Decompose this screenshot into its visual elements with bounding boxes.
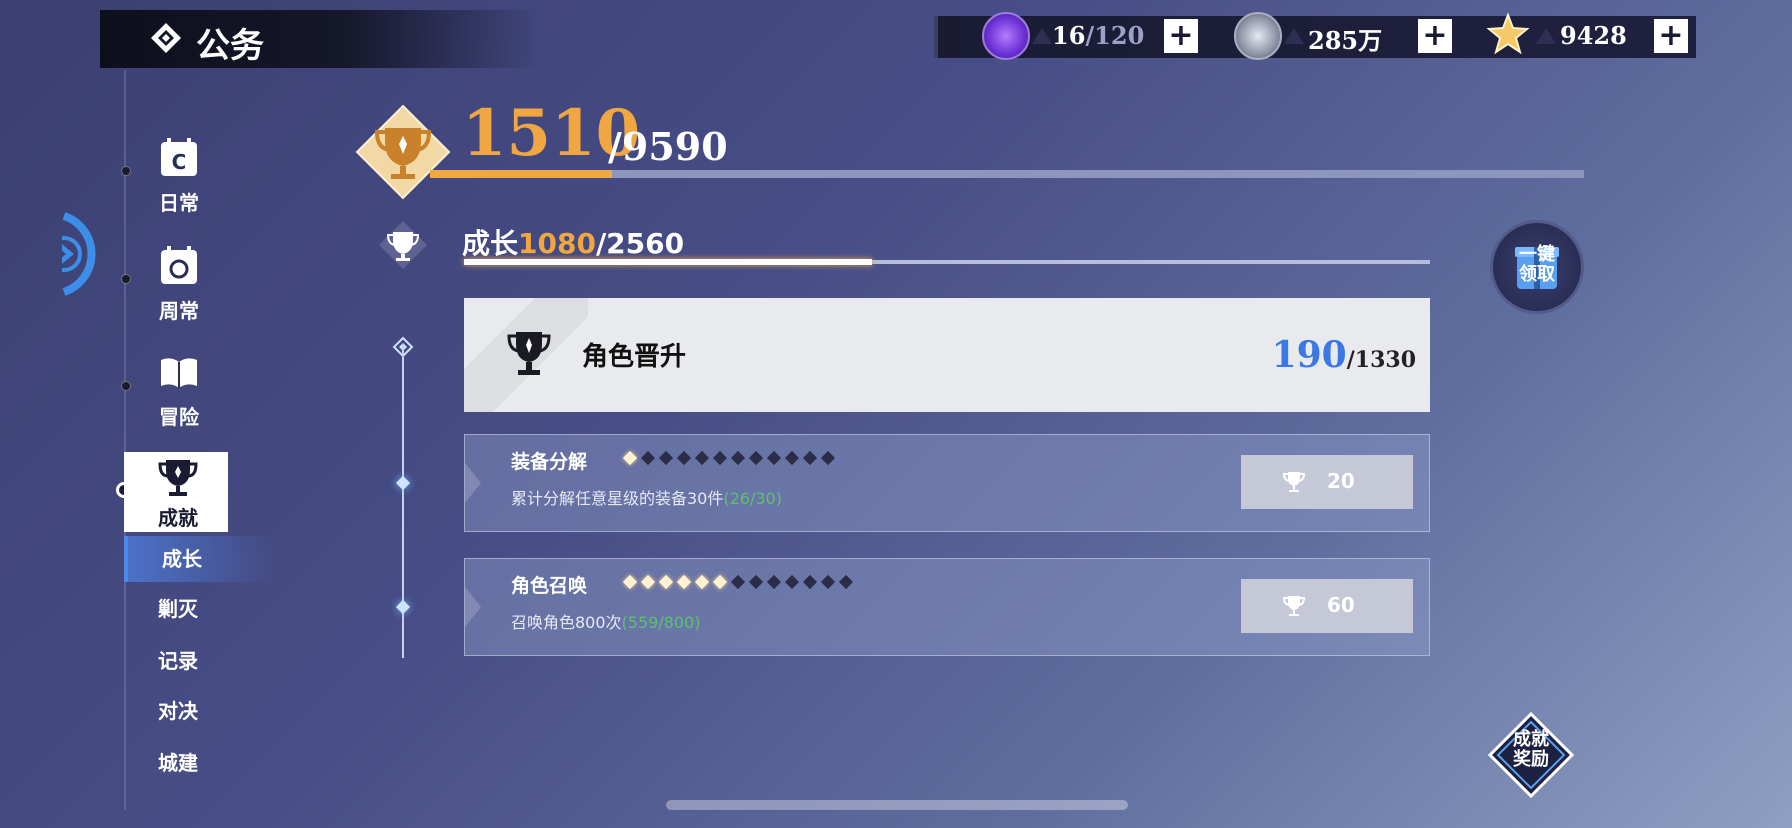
sub-item-city[interactable]: 城建 bbox=[124, 740, 274, 786]
star-diamond-icon bbox=[784, 574, 800, 590]
calendar-daily-icon: C bbox=[161, 138, 197, 176]
task-reward-button[interactable]: 20 bbox=[1241, 455, 1413, 509]
star-diamond-icon bbox=[838, 574, 854, 590]
task-notch bbox=[465, 463, 481, 503]
task-star-rating bbox=[622, 574, 854, 590]
star-diamond-icon bbox=[676, 574, 692, 590]
star-diamond-icon bbox=[766, 450, 782, 466]
star-diamond-icon bbox=[802, 450, 818, 466]
page-title: 公务 bbox=[196, 26, 264, 66]
back-diamond-icon[interactable] bbox=[150, 22, 182, 54]
nav-item-achievement[interactable]: 成就 bbox=[124, 452, 228, 532]
sub-item-record[interactable]: 记录 bbox=[124, 638, 274, 684]
task-description: 累计分解任意星级的装备30件(26/30) bbox=[511, 489, 782, 508]
nav-item-daily[interactable]: C 日常 bbox=[134, 136, 224, 216]
total-progress-fill bbox=[430, 170, 612, 178]
nav-label-weekly: 周常 bbox=[159, 299, 199, 323]
nav-dot bbox=[121, 274, 131, 284]
star-diamond-icon bbox=[784, 450, 800, 466]
star-diamond-icon bbox=[730, 450, 746, 466]
star-diamond-icon bbox=[676, 450, 692, 466]
reward-trophy-icon bbox=[1282, 596, 1306, 616]
coin-value: 285万 bbox=[1308, 26, 1383, 55]
category-trophy-icon bbox=[507, 332, 551, 375]
nav-item-weekly[interactable]: 周常 bbox=[134, 244, 224, 324]
task-reward-button[interactable]: 60 bbox=[1241, 579, 1413, 633]
task-row: 装备分解 累计分解任意星级的装备30件(26/30) 20 bbox=[464, 434, 1430, 532]
star-diamond-icon bbox=[712, 450, 728, 466]
timeline-node bbox=[395, 475, 411, 491]
sub-item-duel[interactable]: 对决 bbox=[124, 688, 274, 734]
star-gem-value: 9428 bbox=[1560, 21, 1627, 50]
star-diamond-icon bbox=[658, 574, 674, 590]
nav-label-achievement: 成就 bbox=[158, 506, 198, 530]
claim-all-label: 一键 领取 bbox=[1519, 244, 1555, 285]
task-reward-value: 60 bbox=[1327, 593, 1355, 617]
category-header-card[interactable]: 角色晋升 190/1330 bbox=[464, 298, 1430, 412]
star-gem-icon bbox=[1486, 12, 1530, 56]
growth-progress-fill bbox=[464, 259, 872, 265]
total-progress-bar bbox=[430, 170, 1584, 178]
timeline-node bbox=[395, 599, 411, 615]
growth-progress-bar bbox=[464, 259, 1430, 265]
star-diamond-icon bbox=[820, 574, 836, 590]
star-diamond-icon bbox=[622, 574, 638, 590]
svg-text:C: C bbox=[172, 150, 187, 174]
add-stamina-button[interactable]: + bbox=[1164, 19, 1198, 53]
nav-dot bbox=[121, 381, 131, 391]
stamina-value: 16/120 bbox=[1052, 21, 1145, 50]
task-title: 装备分解 bbox=[511, 451, 588, 473]
total-points-max: /9590 bbox=[608, 124, 728, 169]
star-diamond-icon bbox=[748, 450, 764, 466]
category-progress: 190/1330 bbox=[1271, 334, 1416, 376]
calendar-weekly-icon bbox=[161, 246, 197, 284]
category-name: 角色晋升 bbox=[582, 342, 687, 372]
star-diamond-icon bbox=[712, 574, 728, 590]
task-reward-value: 20 bbox=[1327, 469, 1355, 493]
star-diamond-icon bbox=[730, 574, 746, 590]
reward-trophy-icon bbox=[1282, 472, 1306, 492]
nav-label-adventure: 冒险 bbox=[159, 405, 199, 429]
expand-arrow-icon[interactable] bbox=[62, 212, 108, 296]
task-star-rating bbox=[622, 450, 836, 466]
task-notch bbox=[465, 587, 481, 627]
book-icon bbox=[161, 358, 197, 388]
achievement-reward-label: 成就 奖励 bbox=[1513, 729, 1549, 770]
gold-trophy-icon bbox=[355, 104, 451, 200]
home-indicator[interactable] bbox=[666, 800, 1128, 810]
star-diamond-icon bbox=[820, 450, 836, 466]
add-coin-button[interactable]: + bbox=[1418, 19, 1452, 53]
star-diamond-icon bbox=[802, 574, 818, 590]
stamina-icon bbox=[982, 12, 1030, 60]
star-diamond-icon bbox=[766, 574, 782, 590]
claim-all-button[interactable]: 一键 领取 bbox=[1490, 220, 1584, 314]
achievement-reward-button[interactable]: 成就 奖励 bbox=[1488, 712, 1574, 798]
growth-progress-label: 成长1080/2560 bbox=[462, 227, 685, 260]
sub-item-growth[interactable]: 成长 bbox=[124, 536, 274, 582]
task-title: 角色召唤 bbox=[511, 575, 588, 597]
star-diamond-icon bbox=[640, 574, 656, 590]
nav-item-adventure[interactable]: 冒险 bbox=[134, 350, 224, 430]
nav-dot bbox=[121, 166, 131, 176]
currency-bar: 16/120 + 285万 + 9428 + bbox=[934, 12, 1696, 60]
trophy-icon bbox=[158, 460, 198, 496]
star-diamond-icon bbox=[658, 450, 674, 466]
task-description: 召唤角色800次(559/800) bbox=[511, 613, 701, 632]
star-diamond-icon bbox=[694, 450, 710, 466]
star-diamond-icon bbox=[694, 574, 710, 590]
star-diamond-icon bbox=[640, 450, 656, 466]
star-diamond-icon bbox=[748, 574, 764, 590]
star-diamond-icon bbox=[622, 450, 638, 466]
task-row: 角色召唤 召唤角色800次(559/800) 60 bbox=[464, 558, 1430, 656]
nav-label-daily: 日常 bbox=[159, 191, 199, 215]
growth-trophy-icon bbox=[379, 221, 427, 269]
coin-icon bbox=[1234, 12, 1282, 60]
sub-item-annihilate[interactable]: 剿灭 bbox=[124, 586, 274, 632]
add-star-gem-button[interactable]: + bbox=[1654, 19, 1688, 53]
